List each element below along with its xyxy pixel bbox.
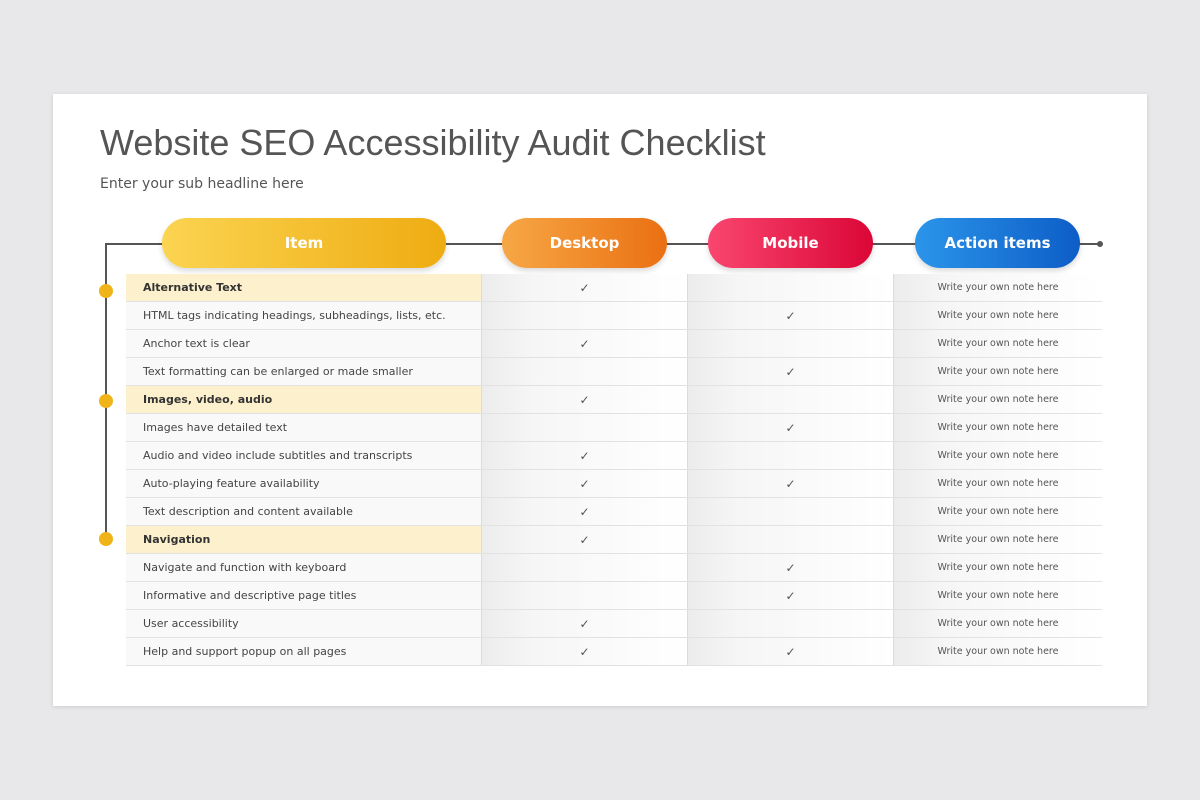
table-row: Text formatting can be enlarged or made … [126,358,1102,386]
header-desktop: Desktop [502,218,667,268]
item-label: HTML tags indicating headings, subheadin… [126,302,481,329]
item-label: Anchor text is clear [126,330,481,357]
desktop-check-icon: ✓ [481,470,687,497]
action-note: Write your own note here [893,554,1102,581]
mobile-cell [687,498,893,525]
table-row: Text description and content available ✓ W… [126,498,1102,526]
action-note: Write your own note here [893,470,1102,497]
action-note: Write your own note here [893,274,1102,301]
page-subtitle: Enter your sub headline here [100,176,304,192]
action-note: Write your own note here [893,414,1102,441]
header-action-label: Action items [944,234,1051,252]
section-marker-navigation [99,532,113,546]
table-row: Audio and video include subtitles and tr… [126,442,1102,470]
item-label: Help and support popup on all pages [126,638,481,665]
action-note: Write your own note here [893,386,1102,413]
table-row: HTML tags indicating headings, subheadin… [126,302,1102,330]
desktop-cell [481,358,687,385]
action-note: Write your own note here [893,358,1102,385]
item-label: Text formatting can be enlarged or made … [126,358,481,385]
item-label: Navigate and function with keyboard [126,554,481,581]
action-note: Write your own note here [893,610,1102,637]
action-note: Write your own note here [893,442,1102,469]
mobile-check-icon: ✓ [687,358,893,385]
action-note: Write your own note here [893,330,1102,357]
section-row: Images, video, audio ✓ Write your own note… [126,386,1102,414]
table-row: Auto-playing feature availability ✓ ✓ Write… [126,470,1102,498]
section-label: Alternative Text [126,274,481,301]
desktop-cell [481,582,687,609]
action-note: Write your own note here [893,302,1102,329]
slide: Website SEO Accessibility Audit Checklis… [53,94,1147,706]
action-note: Write your own note here [893,582,1102,609]
mobile-cell [687,610,893,637]
mobile-cell [687,526,893,553]
table-row: Informative and descriptive page titles ✓… [126,582,1102,610]
page-title: Website SEO Accessibility Audit Checklis… [100,122,766,163]
table-row: Help and support popup on all pages ✓ ✓ Wri… [126,638,1102,666]
header-desktop-label: Desktop [549,234,620,252]
desktop-check-icon: ✓ [481,638,687,665]
header-action-items: Action items [915,218,1080,268]
item-label: User accessibility [126,610,481,637]
mobile-check-icon: ✓ [687,470,893,497]
mobile-check-icon: ✓ [687,554,893,581]
action-note: Write your own note here [893,638,1102,665]
item-label: Auto-playing feature availability [126,470,481,497]
desktop-cell [481,554,687,581]
desktop-check-icon: ✓ [481,330,687,357]
header-mobile: Mobile [708,218,873,268]
section-marker-alternative-text [99,284,113,298]
header-item: Item [162,218,446,268]
section-label: Navigation [126,526,481,553]
desktop-check-icon: ✓ [481,442,687,469]
item-label: Text description and content available [126,498,481,525]
section-row: Alternative Text ✓ Write your own note her… [126,274,1102,302]
item-label: Images have detailed text [126,414,481,441]
action-note: Write your own note here [893,526,1102,553]
mobile-cell [687,386,893,413]
section-marker-images-video-audio [99,394,113,408]
table-row: Images have detailed text ✓ Write your own… [126,414,1102,442]
mobile-check-icon: ✓ [687,302,893,329]
section-row: Navigation ✓ Write your own note here [126,526,1102,554]
mobile-cell [687,330,893,357]
section-label: Images, video, audio [126,386,481,413]
item-label: Informative and descriptive page titles [126,582,481,609]
desktop-check-icon: ✓ [481,498,687,525]
desktop-check-icon: ✓ [481,274,687,301]
desktop-check-icon: ✓ [481,610,687,637]
table-row: Anchor text is clear ✓ Write your own note… [126,330,1102,358]
desktop-cell [481,414,687,441]
action-note: Write your own note here [893,498,1102,525]
header-item-label: Item [284,234,324,252]
table-row: Navigate and function with keyboard ✓ Writ… [126,554,1102,582]
desktop-check-icon: ✓ [481,526,687,553]
connector-end-dot [1097,241,1103,247]
checklist-table: Alternative Text ✓ Write your own note her… [126,274,1102,666]
item-label: Audio and video include subtitles and tr… [126,442,481,469]
mobile-cell [687,442,893,469]
header-mobile-label: Mobile [762,234,819,252]
mobile-check-icon: ✓ [687,638,893,665]
desktop-check-icon: ✓ [481,386,687,413]
table-row: User accessibility ✓ Write your own note h… [126,610,1102,638]
mobile-check-icon: ✓ [687,582,893,609]
mobile-check-icon: ✓ [687,414,893,441]
desktop-cell [481,302,687,329]
mobile-cell [687,274,893,301]
